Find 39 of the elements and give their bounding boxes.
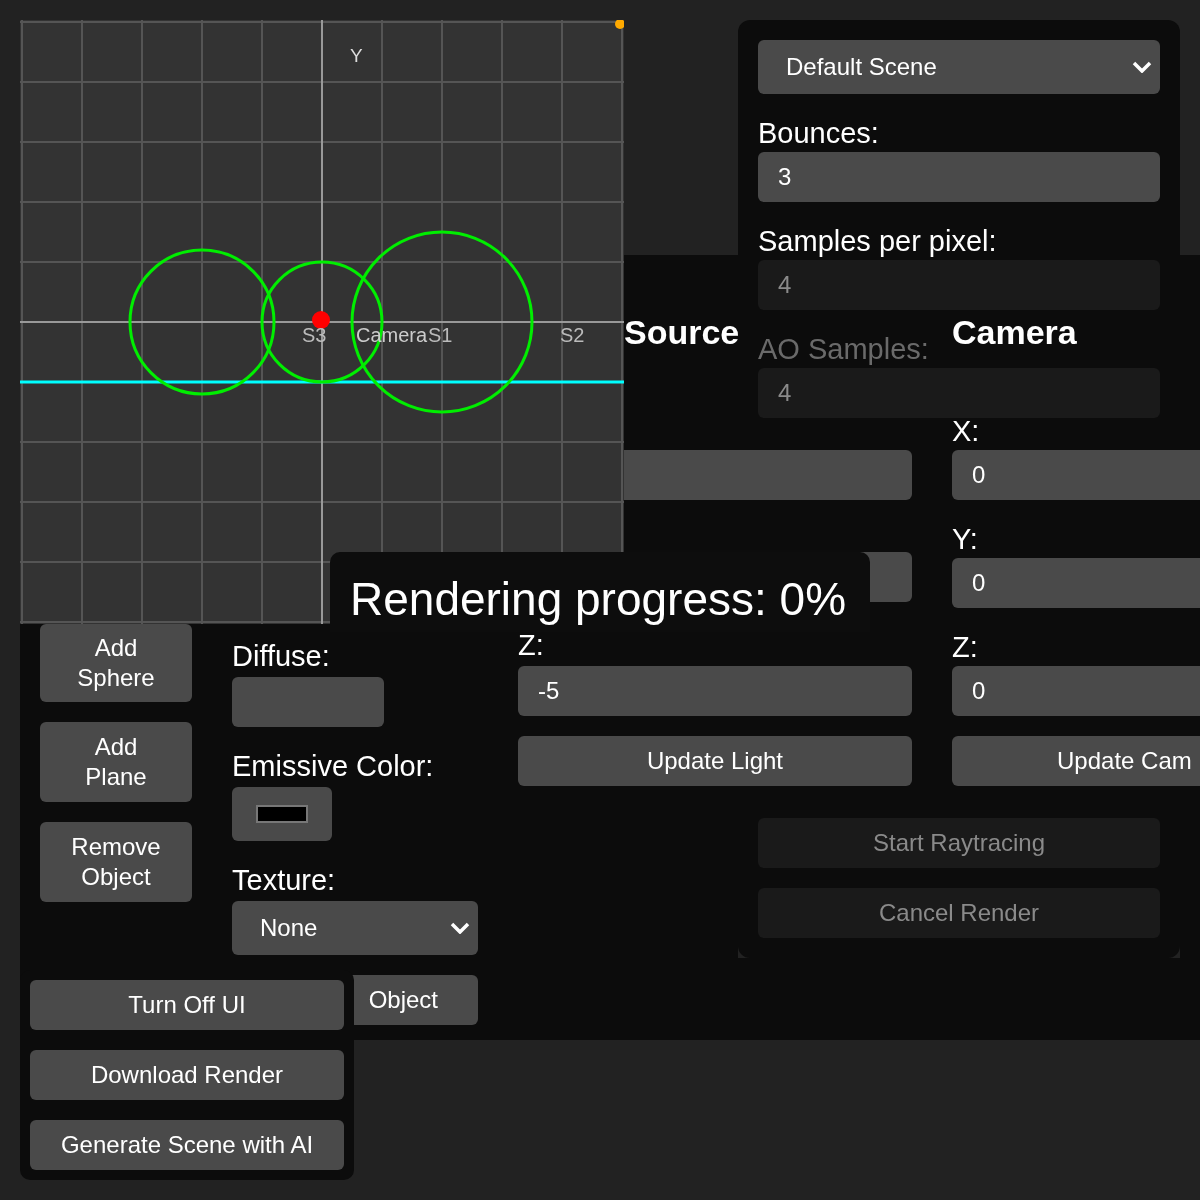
- camera-field[interactable]: 0: [952, 558, 1200, 608]
- chevron-down-icon: [450, 922, 470, 934]
- render-button[interactable]: Start Raytracing: [758, 818, 1160, 868]
- field-label: Texture:: [232, 863, 336, 898]
- field-label: AO Samples:: [758, 332, 929, 367]
- emissive-color-field[interactable]: [232, 787, 332, 841]
- section-heading: Source: [624, 312, 740, 353]
- section-heading: Camera: [952, 312, 1077, 353]
- ao-samples-field[interactable]: 4: [758, 368, 1160, 418]
- light-z-field[interactable]: -5: [518, 666, 912, 716]
- diffuse-color-field[interactable]: [232, 677, 384, 727]
- camera-field[interactable]: 0: [952, 450, 1200, 500]
- render-button[interactable]: Cancel Render: [758, 888, 1160, 938]
- bounces-field[interactable]: 3: [758, 152, 1160, 202]
- sphere-label: S1: [428, 324, 453, 346]
- color-chip: [256, 805, 308, 823]
- camera-dot: [312, 311, 330, 329]
- sphere-label: S2: [560, 324, 585, 346]
- camera-field[interactable]: 0: [952, 666, 1200, 716]
- chevron-down-icon: [1132, 61, 1152, 73]
- action-button[interactable]: Generate Scene with AI: [30, 1120, 344, 1170]
- add-sphere-button[interactable]: Add Sphere: [40, 624, 192, 702]
- field-label: Y:: [952, 522, 978, 557]
- action-button[interactable]: Download Render: [30, 1050, 344, 1100]
- update-light-button[interactable]: Update Light: [518, 736, 912, 786]
- scene-select[interactable]: Default Scene: [758, 40, 1160, 94]
- action-button[interactable]: Turn Off UI: [30, 980, 344, 1030]
- field-label: Z:: [952, 630, 978, 665]
- light-x-field[interactable]: [624, 450, 912, 500]
- remove-object-button[interactable]: Remove Object: [40, 822, 192, 902]
- add-plane-button[interactable]: Add Plane: [40, 722, 192, 802]
- field-label: Diffuse:: [232, 639, 330, 674]
- update-camera-button[interactable]: Update Cam: [952, 736, 1200, 786]
- texture-select[interactable]: None: [232, 901, 478, 955]
- field-label: Samples per pixel:: [758, 224, 997, 259]
- field-label: Emissive Color:: [232, 749, 434, 784]
- axis-label: Y: [350, 45, 363, 66]
- samples-field[interactable]: 4: [758, 260, 1160, 310]
- field-label: Bounces:: [758, 116, 879, 151]
